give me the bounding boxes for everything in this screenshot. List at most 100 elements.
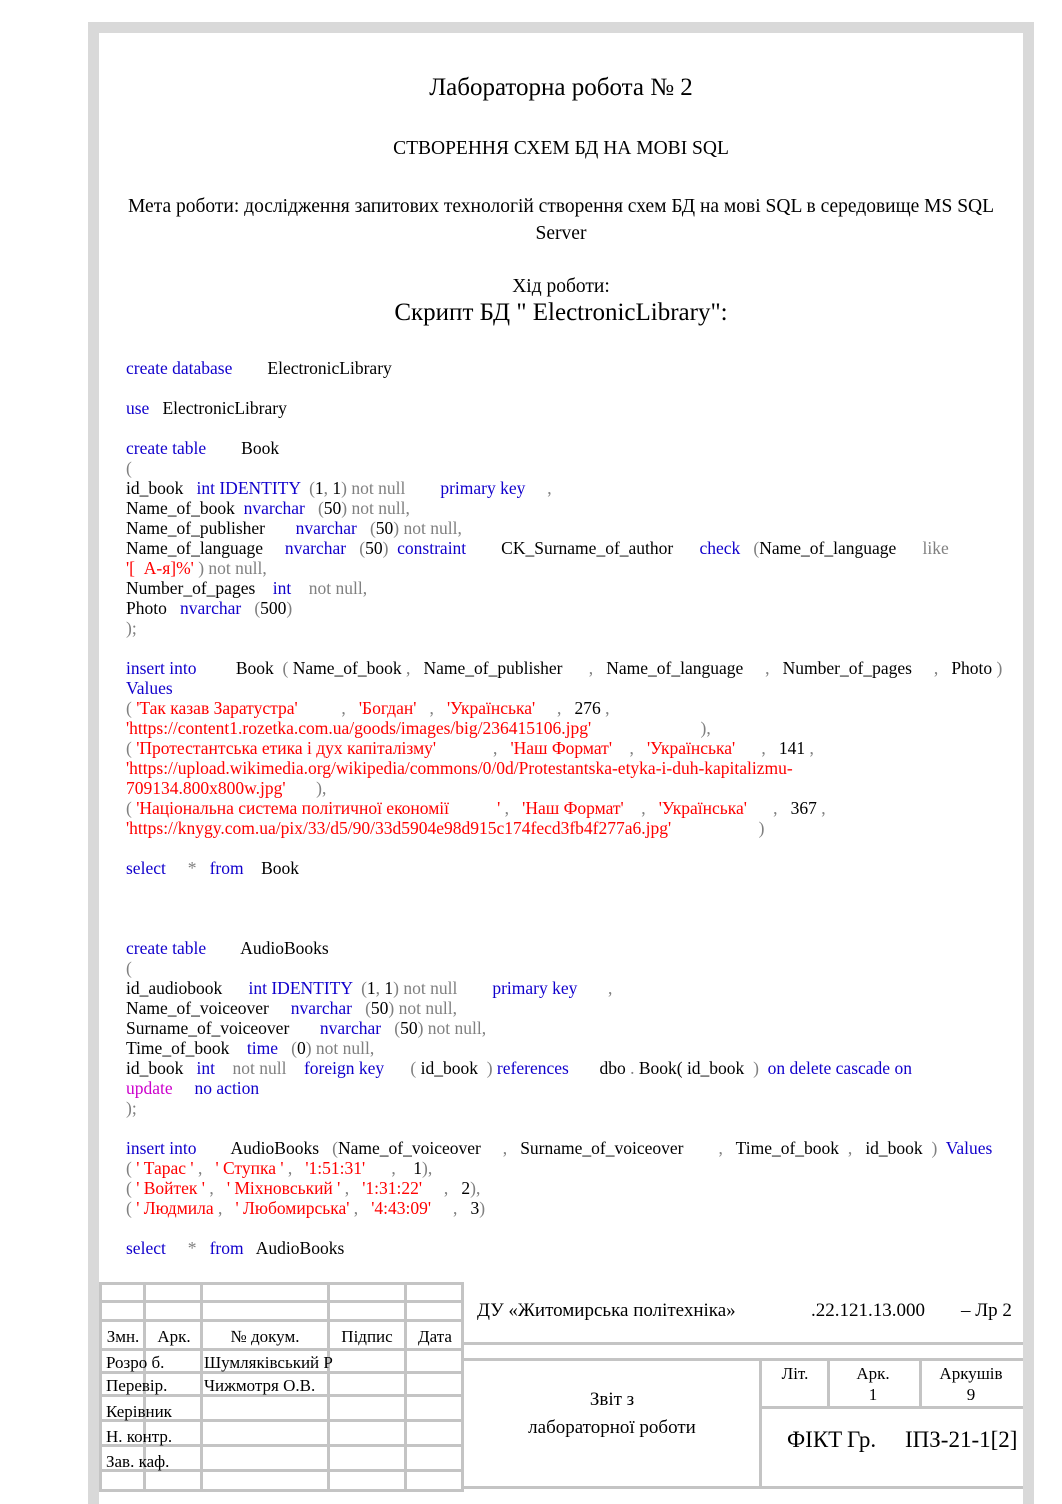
- sql-token-pl: [292, 1158, 305, 1178]
- sql-token-pl: 50: [365, 538, 383, 559]
- sql-token-gy: ,: [805, 738, 814, 759]
- stamp-header-zmn: Змн.: [106, 1327, 140, 1346]
- top-spacer: [99, 33, 1023, 73]
- sql-token-pl: 141: [765, 738, 806, 759]
- sql-token-gy: ,: [611, 738, 634, 759]
- sql-token-pl: Photo: [938, 658, 993, 679]
- sql-token-kw: insert into: [126, 658, 197, 679]
- sql-token-gy: .: [625, 1058, 639, 1079]
- sql-token-pl: dbo: [568, 1058, 626, 1079]
- stamp-ark-label: Арк.: [856, 1364, 890, 1383]
- stamp-hline-right-mid: [464, 1358, 1023, 1361]
- sql-token-st: 709134.800x800w.jpg': [126, 778, 286, 799]
- sql-token-gy: (: [740, 538, 760, 559]
- stamp-hline-headers: [99, 1348, 464, 1351]
- sql-code-line: (: [126, 958, 1013, 978]
- sql-token-kw: nvarchar: [243, 498, 305, 519]
- progress-label: Хід роботи:: [512, 276, 610, 298]
- sql-token-pl: Number_of_pages: [126, 578, 256, 599]
- sql-code-line: ( 'Національна система політичної економ…: [126, 798, 1013, 818]
- sql-token-st: 'Національна система політичної економії: [136, 798, 450, 819]
- stamp-arkushiv-value: 9: [966, 1385, 976, 1404]
- sql-token-gy: (: [300, 478, 315, 499]
- sql-token-pl: Name_of_book: [288, 658, 402, 679]
- stamp-group-label: Гр.: [847, 1427, 877, 1452]
- sql-token-pl: [265, 518, 296, 538]
- sql-token-st: 'Наш Формат': [522, 798, 624, 819]
- sql-token-kw: nvarchar: [319, 1018, 382, 1039]
- sql-token-pl: Book: [206, 438, 280, 459]
- page-title: Лабораторна робота № 2: [429, 74, 693, 101]
- sql-token-pl: AudioBooks: [196, 1138, 320, 1159]
- sql-token-st: ' Ступка ': [215, 1158, 284, 1179]
- sql-token-st: 'https://knygy.com.ua/pix/33/d5/90/33d59…: [126, 818, 672, 839]
- sql-token-st: '1:51:31': [305, 1158, 366, 1179]
- stamp-ark-value: 1: [868, 1385, 878, 1404]
- sql-code-line: select * from AudioBooks: [126, 1238, 1013, 1258]
- stamp-role-1: Перевір.: [106, 1376, 168, 1395]
- sql-token-pl: 1: [332, 478, 342, 499]
- stamp-name-0: Шумляківський Р: [204, 1353, 333, 1372]
- sql-token-gy: not null: [347, 478, 406, 499]
- sql-token-pl: 50: [375, 518, 394, 539]
- sql-token-gy: (: [126, 958, 132, 979]
- sql-token-gy: ,: [839, 1138, 853, 1159]
- sql-token-gy: ,: [577, 978, 613, 999]
- sql-code-line: insert into AudioBooks (Name_of_voiceove…: [126, 1138, 1013, 1158]
- sql-token-pl: Book: [243, 858, 300, 879]
- sql-code-line: ( 'Так казав Заратустра' , 'Богдан' , 'У…: [126, 698, 1013, 718]
- sql-token-pl: [388, 538, 397, 558]
- sql-token-kw: int IDENTITY: [196, 478, 301, 499]
- stamp-doc-suffix: – Лр 2: [961, 1300, 1012, 1321]
- sql-token-gy: ,: [349, 1198, 359, 1219]
- sql-code-line: Name_of_voiceover nvarchar (50) not null…: [126, 998, 1013, 1018]
- sql-token-gy: ),: [285, 778, 327, 799]
- sql-token-gy: (: [278, 1038, 297, 1059]
- sql-token-gy: like: [922, 538, 949, 559]
- sql-token-pl: [222, 1198, 235, 1218]
- sql-token-gy: not null: [214, 1058, 287, 1079]
- stamp-hline-1: [99, 1300, 464, 1303]
- sql-token-gy: *: [165, 858, 197, 879]
- sql-token-gy: ): [922, 1138, 938, 1159]
- sql-token-pl: [269, 998, 291, 1018]
- sql-token-st: ': [449, 798, 501, 819]
- sql-code-line: );: [126, 1098, 1013, 1118]
- stamp-vline-3: [327, 1282, 330, 1489]
- script-heading: Скрипт БД " ElectronicLibrary":: [394, 299, 728, 327]
- sql-token-gy: ,: [911, 658, 939, 679]
- sql-token-pl: 50: [370, 998, 389, 1019]
- sql-token-pl: [759, 1058, 768, 1078]
- sql-token-gy: ): [992, 658, 1003, 679]
- stamp-institution: ДУ «Житомирська політехніка»: [477, 1300, 736, 1321]
- sql-token-st: 'Богдан': [358, 698, 417, 719]
- stamp-hline-right-lit: [762, 1406, 1023, 1409]
- sql-token-pl: [434, 698, 447, 718]
- sql-token-pl: [183, 478, 196, 498]
- sql-token-kw: select: [126, 1238, 166, 1259]
- sql-token-pl: Time_of_book: [126, 1038, 230, 1059]
- sql-token-st: ' Міхновський ': [226, 1178, 341, 1199]
- sql-token-st: ' Войтек ': [136, 1178, 205, 1199]
- sql-token-kw: int: [196, 1058, 215, 1079]
- sql-token-st: ' Людмила: [136, 1198, 214, 1219]
- stamp-role-4: Зав. каф.: [106, 1452, 170, 1471]
- sql-token-gy: ,: [297, 698, 346, 719]
- stamp-doc-number: .22.121.13.000: [811, 1300, 925, 1321]
- sql-token-gy: (: [126, 798, 137, 819]
- stamp-role-0: Розро б.: [106, 1353, 165, 1372]
- title-block-stamp: Змн. Арк. № докум. Підпис Дата Розро б. …: [99, 1282, 1023, 1504]
- sql-token-gy: ): [477, 1058, 493, 1079]
- sql-code-line: ( ' Войтек ' , ' Міхновський ' , '1:31:2…: [126, 1178, 1013, 1198]
- sql-token-pl: 2: [448, 1178, 471, 1199]
- sql-token-gy: (: [126, 698, 137, 719]
- sql-code-line: );: [126, 618, 1013, 638]
- sql-token-pl: AudioBooks: [206, 938, 329, 959]
- sql-token-gy: (: [381, 1018, 401, 1039]
- sql-token-pl: [405, 478, 440, 498]
- sql-token-gy: (: [126, 1158, 137, 1179]
- sql-token-gy: );: [126, 618, 137, 639]
- sql-token-pl: CK_Surname_of_author: [466, 538, 674, 559]
- stamp-vline-report-right: [759, 1358, 762, 1486]
